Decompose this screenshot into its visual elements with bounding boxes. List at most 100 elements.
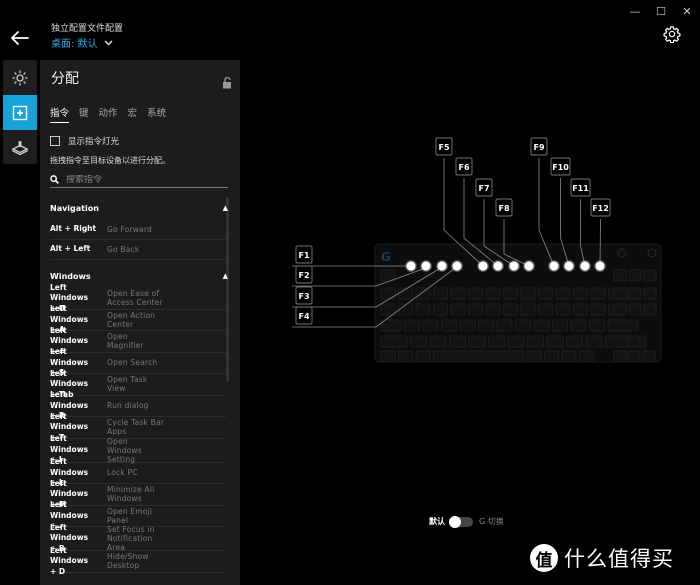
key[interactable] (538, 287, 553, 300)
key[interactable] (496, 319, 513, 332)
key[interactable] (404, 319, 420, 332)
fkey-dot-f3[interactable] (437, 261, 447, 271)
fkey-label-f8[interactable]: F8 (498, 204, 509, 213)
command-row[interactable]: Alt + Right Go Forward (50, 220, 226, 240)
tab-system[interactable]: 系统 (147, 105, 166, 123)
key[interactable] (433, 303, 448, 316)
esc-key[interactable] (380, 269, 396, 282)
key[interactable] (380, 350, 396, 363)
fkey-dot-f2[interactable] (421, 261, 431, 271)
key[interactable] (433, 287, 448, 300)
fkey-dot-f4[interactable] (452, 261, 462, 271)
arrow-key[interactable] (627, 350, 641, 363)
key[interactable] (643, 303, 657, 316)
key[interactable] (415, 303, 431, 316)
back-button[interactable] (9, 28, 31, 48)
key[interactable] (628, 269, 642, 282)
key[interactable] (526, 350, 542, 363)
fkey-label-f11[interactable]: F11 (572, 184, 589, 193)
rail-item-lighting[interactable] (3, 60, 37, 95)
key[interactable] (415, 350, 431, 363)
fkey-dot-f11[interactable] (580, 261, 590, 271)
tab-macros[interactable]: 宏 (128, 105, 138, 123)
search-input[interactable] (66, 174, 216, 185)
fkey-dot-f1[interactable] (406, 261, 416, 271)
key[interactable] (613, 287, 627, 300)
key[interactable] (468, 335, 486, 348)
fkey-label-f9[interactable]: F9 (533, 143, 544, 152)
tab-actions[interactable]: 动作 (99, 105, 118, 123)
group-header-navigation[interactable]: Navigation ▲ (40, 196, 240, 220)
key[interactable] (380, 335, 408, 348)
command-row[interactable]: Left Windows + D Hide/Show Desktop (50, 546, 226, 576)
key[interactable] (573, 303, 588, 316)
key[interactable] (503, 303, 518, 316)
key[interactable] (380, 287, 396, 300)
key[interactable] (589, 319, 605, 332)
key[interactable] (579, 350, 594, 363)
key[interactable] (533, 319, 550, 332)
fkey-dot-f5[interactable] (478, 261, 488, 271)
key[interactable] (527, 335, 544, 348)
arrow-key[interactable] (627, 335, 641, 348)
key[interactable] (520, 287, 536, 300)
key[interactable] (552, 319, 568, 332)
key[interactable] (520, 303, 536, 316)
fkey-label-f5[interactable]: F5 (438, 143, 449, 152)
fkey-dot-f7[interactable] (509, 261, 519, 271)
key[interactable] (538, 303, 553, 316)
tab-keys[interactable]: 键 (79, 105, 89, 123)
key[interactable] (607, 319, 639, 332)
key[interactable] (429, 335, 447, 348)
key[interactable] (515, 319, 531, 332)
key[interactable] (643, 269, 657, 282)
fkey-label-f2[interactable]: F2 (298, 271, 309, 280)
key[interactable] (398, 303, 413, 316)
key[interactable] (415, 287, 431, 300)
arrow-key[interactable] (613, 350, 627, 363)
key[interactable] (441, 319, 457, 332)
fkey-label-f7[interactable]: F7 (478, 184, 489, 193)
key[interactable] (488, 335, 505, 348)
key[interactable] (628, 287, 642, 300)
key[interactable] (410, 335, 427, 348)
key[interactable] (485, 303, 501, 316)
lock-button[interactable] (222, 74, 232, 89)
key[interactable] (544, 350, 559, 363)
key[interactable] (450, 303, 466, 316)
rail-item-game-mode[interactable] (3, 130, 37, 165)
fkey-label-f1[interactable]: F1 (298, 251, 309, 260)
key[interactable] (459, 319, 476, 332)
key[interactable] (398, 350, 413, 363)
fkey-dot-f6[interactable] (493, 261, 503, 271)
key[interactable] (478, 319, 494, 332)
tab-commands[interactable]: 指令 (50, 105, 70, 123)
key[interactable] (613, 303, 627, 316)
fkey-dot-f10[interactable] (564, 261, 574, 271)
fkey-label-f6[interactable]: F6 (458, 163, 469, 172)
fkey-dot-f8[interactable] (524, 261, 534, 271)
key[interactable] (628, 303, 642, 316)
key[interactable] (573, 287, 588, 300)
key[interactable] (380, 303, 396, 316)
key[interactable] (449, 335, 466, 348)
fkey-label-f4[interactable]: F4 (298, 312, 309, 321)
g-shift-toggle[interactable] (449, 515, 473, 528)
fkey-dot-f12[interactable] (595, 261, 605, 271)
key[interactable] (468, 287, 483, 300)
key[interactable] (585, 335, 603, 348)
key[interactable] (422, 319, 439, 332)
key[interactable] (450, 287, 466, 300)
arrow-key[interactable] (642, 350, 656, 363)
fkey-dot-f9[interactable] (549, 261, 559, 271)
key[interactable] (507, 335, 525, 348)
profile-selector[interactable]: 桌面: 默认 (51, 35, 113, 50)
key[interactable] (570, 319, 587, 332)
command-row[interactable]: Alt + Left Go Back (50, 240, 226, 260)
rail-item-assignments[interactable] (3, 95, 37, 130)
key[interactable] (555, 287, 571, 300)
key[interactable] (590, 287, 606, 300)
key[interactable] (468, 303, 483, 316)
fkey-label-f10[interactable]: F10 (552, 163, 569, 172)
fkey-label-f3[interactable]: F3 (298, 292, 309, 301)
